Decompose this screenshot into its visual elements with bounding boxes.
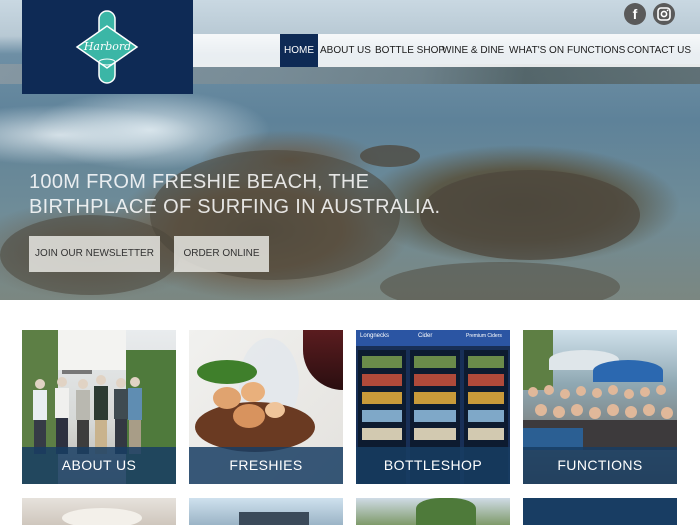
nav-bottle-shop[interactable]: BOTTLE SHOP [375,34,445,67]
facebook-icon[interactable]: f [624,3,646,25]
card-photo-building [239,512,309,525]
card-freshies-label: FRESHIES [189,447,343,484]
card-bottom-3[interactable] [356,498,510,525]
card-freshies[interactable]: FRESHIES [189,330,343,484]
fridge-sign-cider: Cider [418,333,433,339]
hero-tagline: 100M FROM FRESHIE BEACH, THE BIRTHPLACE … [29,170,499,220]
hero-rock [380,262,620,300]
fridge-sign-premium: Premium Ciders [466,333,502,339]
nav-about-us[interactable]: ABOUT US [320,34,371,67]
camera-icon [657,7,671,21]
main-nav: HOME ABOUT US BOTTLE SHOP WINE & DINE WH… [193,34,700,67]
card-bottleshop-label: BOTTLESHOP [356,447,510,484]
hero-rock [360,145,420,167]
logo-wordmark: Harbord [83,40,132,53]
join-newsletter-button[interactable]: JOIN OUR NEWSLETTER [29,236,160,272]
card-bottom-2[interactable] [189,498,343,525]
card-functions-label: FUNCTIONS [523,447,677,484]
site-logo[interactable]: Harbord [22,0,193,94]
card-functions[interactable]: FUNCTIONS [523,330,677,484]
nav-functions[interactable]: FUNCTIONS [567,34,625,67]
card-photo-building [58,330,126,370]
card-photo-people [33,375,142,454]
card-about-us-label: ABOUT US [22,447,176,484]
hero-tagline-line1: 100M FROM FRESHIE BEACH, THE [29,171,370,193]
card-photo-wine-glass [303,330,343,390]
card-photo-crowd [523,385,677,450]
card-bottom-4[interactable] [523,498,677,525]
instagram-icon[interactable] [653,3,675,25]
card-bottom-1[interactable] [22,498,176,525]
nav-contact-us[interactable]: CONTACT US [627,34,691,67]
card-photo-plate [62,508,142,525]
card-photo-tree [416,498,476,525]
card-bottleshop[interactable]: Longnecks Cider Premium Ciders BOTTLESHO… [356,330,510,484]
fridge-sign-longnecks: Longnecks [360,333,390,339]
hero-tagline-line2: BIRTHPLACE OF SURFING IN AUSTRALIA. [29,196,441,218]
card-about-us[interactable]: ABOUT US [22,330,176,484]
order-online-button[interactable]: ORDER ONLINE [174,236,269,272]
nav-wine-dine[interactable]: WINE & DINE [442,34,504,67]
card-photo-umbrella [593,360,663,382]
nav-whats-on[interactable]: WHAT'S ON [509,34,564,67]
card-photo-prawns [213,382,285,428]
nav-home[interactable]: HOME [280,34,318,67]
